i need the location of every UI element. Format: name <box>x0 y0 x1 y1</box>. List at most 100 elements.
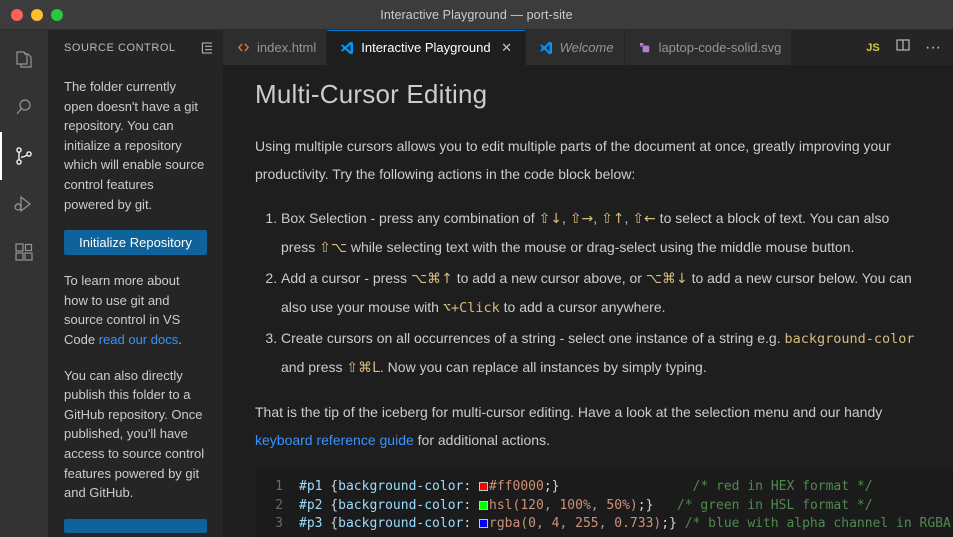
publish-to-github-button[interactable] <box>64 519 207 533</box>
color-swatch-icon[interactable] <box>479 519 488 528</box>
source-control-icon <box>12 144 36 168</box>
activity-item-explorer[interactable] <box>0 36 48 84</box>
zoom-window-button[interactable] <box>51 9 63 21</box>
outro-suffix: for additional actions. <box>414 432 550 448</box>
step3-text2: and press <box>281 359 346 375</box>
terminator: ;} <box>638 498 654 513</box>
tab-label: Welcome <box>560 40 614 55</box>
scm-welcome-paragraph-2: To learn more about how to use git and s… <box>64 271 207 349</box>
list-item: Box Selection - press any combination of… <box>281 204 923 262</box>
terminator: ;} <box>661 516 677 531</box>
svg-file-icon <box>637 40 653 56</box>
code-block[interactable]: 1 #p1 {background-color: #ff0000;} /* re… <box>255 470 953 537</box>
css-value: hsl(120, 100%, 50%) <box>489 498 638 513</box>
brace: { <box>322 516 338 531</box>
search-icon <box>12 96 36 120</box>
editor-actions: JS ··· <box>853 30 953 65</box>
keybinding-shift-cmd-l: ⇧⌘L <box>346 360 380 376</box>
keybinding-shift-up: ⇧↑ <box>601 211 624 227</box>
tab-index-html[interactable]: index.html <box>223 30 327 65</box>
sep: , <box>562 210 570 226</box>
editor-area: index.html Interactive Playground ✕ <box>223 30 953 537</box>
colon: : <box>463 479 479 494</box>
tab-welcome[interactable]: Welcome <box>526 30 625 65</box>
color-swatch-icon[interactable] <box>479 501 488 510</box>
css-selector: #p3 <box>299 516 322 531</box>
list-item: Create cursors on all occurrences of a s… <box>281 324 923 382</box>
line-number: 1 <box>255 478 299 497</box>
ellipsis-icon: ··· <box>925 39 941 57</box>
js-badge[interactable]: JS <box>859 33 887 63</box>
extensions-icon <box>12 240 36 264</box>
css-property: background-color <box>338 516 463 531</box>
list-item: Add a cursor - press ⌥⌘↑ to add a new cu… <box>281 264 923 322</box>
keyboard-reference-guide-link[interactable]: keyboard reference guide <box>255 432 414 448</box>
terminator: ;} <box>544 479 560 494</box>
step2-text1: Add a cursor - press <box>281 270 411 286</box>
tab-label: Interactive Playground <box>361 40 490 55</box>
split-editor-icon <box>895 37 911 58</box>
editor-tab-bar: index.html Interactive Playground ✕ <box>223 30 953 65</box>
sidebar-header: SOURCE CONTROL <box>48 30 223 65</box>
activity-item-extensions[interactable] <box>0 228 48 276</box>
scm-welcome-paragraph-3: You can also directly publish this folde… <box>64 366 207 503</box>
sidebar-body: The folder currently open doesn't have a… <box>48 65 223 537</box>
keybinding-shift-down: ⇧↓ <box>539 211 562 227</box>
more-actions-button[interactable]: ··· <box>919 33 947 63</box>
css-comment: /* green in HSL format */ <box>677 497 873 516</box>
inline-code-background-color: background-color <box>784 331 914 347</box>
line-number: 2 <box>255 497 299 516</box>
color-swatch-icon[interactable] <box>479 482 488 491</box>
outro-paragraph: That is the tip of the iceberg for multi… <box>255 398 923 454</box>
vscode-icon <box>538 40 554 56</box>
initialize-repository-button[interactable]: Initialize Repository <box>64 230 207 255</box>
scm-p2-suffix: . <box>178 332 182 347</box>
intro-paragraph: Using multiple cursors allows you to edi… <box>255 132 923 188</box>
css-comment: /* red in HEX format */ <box>693 478 873 497</box>
activity-bar <box>0 30 48 537</box>
brace: { <box>322 479 338 494</box>
activity-item-search[interactable] <box>0 84 48 132</box>
code-line: 3 #p3 {background-color: rgba(0, 4, 255,… <box>255 515 953 534</box>
views-and-more-actions-icon[interactable] <box>199 40 215 56</box>
colon: : <box>463 498 479 513</box>
step2-text4: to add a cursor anywhere. <box>500 299 666 315</box>
split-editor-button[interactable] <box>889 33 917 63</box>
css-selector: #p1 <box>299 479 322 494</box>
keybinding-shift-right: ⇧→ <box>570 211 593 227</box>
side-bar: SOURCE CONTROL The folder currently open… <box>48 30 223 537</box>
css-property: background-color <box>338 498 463 513</box>
code-content: #p2 {background-color: hsl(120, 100%, 50… <box>299 497 677 516</box>
read-our-docs-link[interactable]: read our docs <box>99 332 179 347</box>
step2-text2: to add a new cursor above, or <box>453 270 646 286</box>
css-selector: #p2 <box>299 498 322 513</box>
interactive-playground-content: Multi-Cursor Editing Using multiple curs… <box>223 65 953 537</box>
tab-label: laptop-code-solid.svg <box>659 40 782 55</box>
step3-text3: . Now you can replace all instances by s… <box>380 359 707 375</box>
step1-text1: Box Selection - press any combination of <box>281 210 539 226</box>
keybinding-shift-alt: ⇧⌥ <box>319 240 347 256</box>
activity-item-source-control[interactable] <box>0 132 48 180</box>
minimize-window-button[interactable] <box>31 9 43 21</box>
files-icon <box>12 48 36 72</box>
steps-list: Box Selection - press any combination of… <box>255 204 923 382</box>
keybinding-alt-cmd-up: ⌥⌘↑ <box>411 271 453 287</box>
code-content: #p3 {background-color: rgba(0, 4, 255, 0… <box>299 515 685 534</box>
tab-label: index.html <box>257 40 316 55</box>
activity-item-run-and-debug[interactable] <box>0 180 48 228</box>
colon: : <box>463 516 479 531</box>
line-number: 3 <box>255 515 299 534</box>
window-title: Interactive Playground — port-site <box>0 8 953 22</box>
close-window-button[interactable] <box>11 9 23 21</box>
window-controls <box>0 9 63 21</box>
code-line: 2 #p2 {background-color: hsl(120, 100%, … <box>255 497 953 516</box>
brace: { <box>322 498 338 513</box>
close-icon[interactable]: ✕ <box>499 40 515 56</box>
page-title: Multi-Cursor Editing <box>255 79 923 110</box>
css-value: #ff0000 <box>489 479 544 494</box>
keybinding-alt-cmd-down: ⌥⌘↓ <box>646 271 688 287</box>
tab-laptop-code-solid-svg[interactable]: laptop-code-solid.svg <box>625 30 793 65</box>
tab-interactive-playground[interactable]: Interactive Playground ✕ <box>327 30 525 65</box>
outro-prefix: That is the tip of the iceberg for multi… <box>255 404 882 420</box>
html-file-icon <box>235 40 251 56</box>
